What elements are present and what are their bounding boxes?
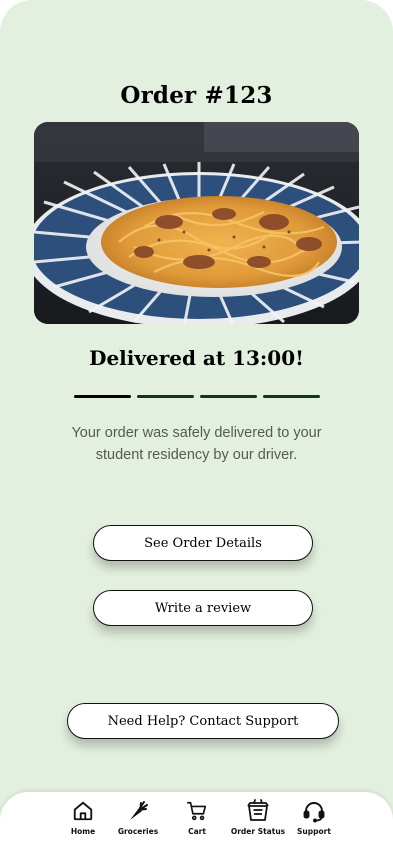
carrot-icon — [125, 798, 151, 824]
progress-step-3 — [200, 395, 257, 398]
takeout-box-icon — [245, 798, 271, 824]
delivery-progress-bar — [74, 395, 320, 398]
page-title: Order #123 — [120, 82, 273, 109]
nav-label-support: Support — [297, 827, 331, 836]
food-image — [34, 122, 359, 324]
nav-item-order-status[interactable]: Order Status — [226, 798, 290, 836]
order-status-screen: Order #123 Delivered at 13:00! Your orde… — [0, 0, 393, 853]
progress-step-1 — [74, 395, 131, 398]
nav-item-groceries[interactable]: Groceries — [106, 798, 170, 836]
nav-label-cart: Cart — [188, 827, 206, 836]
contact-support-button[interactable]: Need Help? Contact Support — [67, 703, 339, 739]
cart-icon — [184, 798, 210, 824]
nav-label-order-status: Order Status — [230, 827, 286, 836]
home-icon — [70, 798, 96, 824]
headset-icon — [301, 798, 327, 824]
bottom-nav: Home Groceries Cart Order Status Support — [0, 792, 393, 853]
see-order-details-button[interactable]: See Order Details — [93, 525, 313, 561]
nav-label-groceries: Groceries — [117, 827, 159, 836]
progress-step-2 — [137, 395, 194, 398]
delivery-description: Your order was safely delivered to your … — [71, 425, 322, 463]
delivery-status-heading: Delivered at 13:00! — [89, 346, 304, 370]
nav-label-home: Home — [70, 827, 96, 836]
nav-item-support[interactable]: Support — [282, 798, 346, 836]
write-review-button[interactable]: Write a review — [93, 590, 313, 626]
nav-item-cart[interactable]: Cart — [165, 798, 229, 836]
order-photo — [34, 122, 359, 324]
progress-step-4 — [263, 395, 320, 398]
